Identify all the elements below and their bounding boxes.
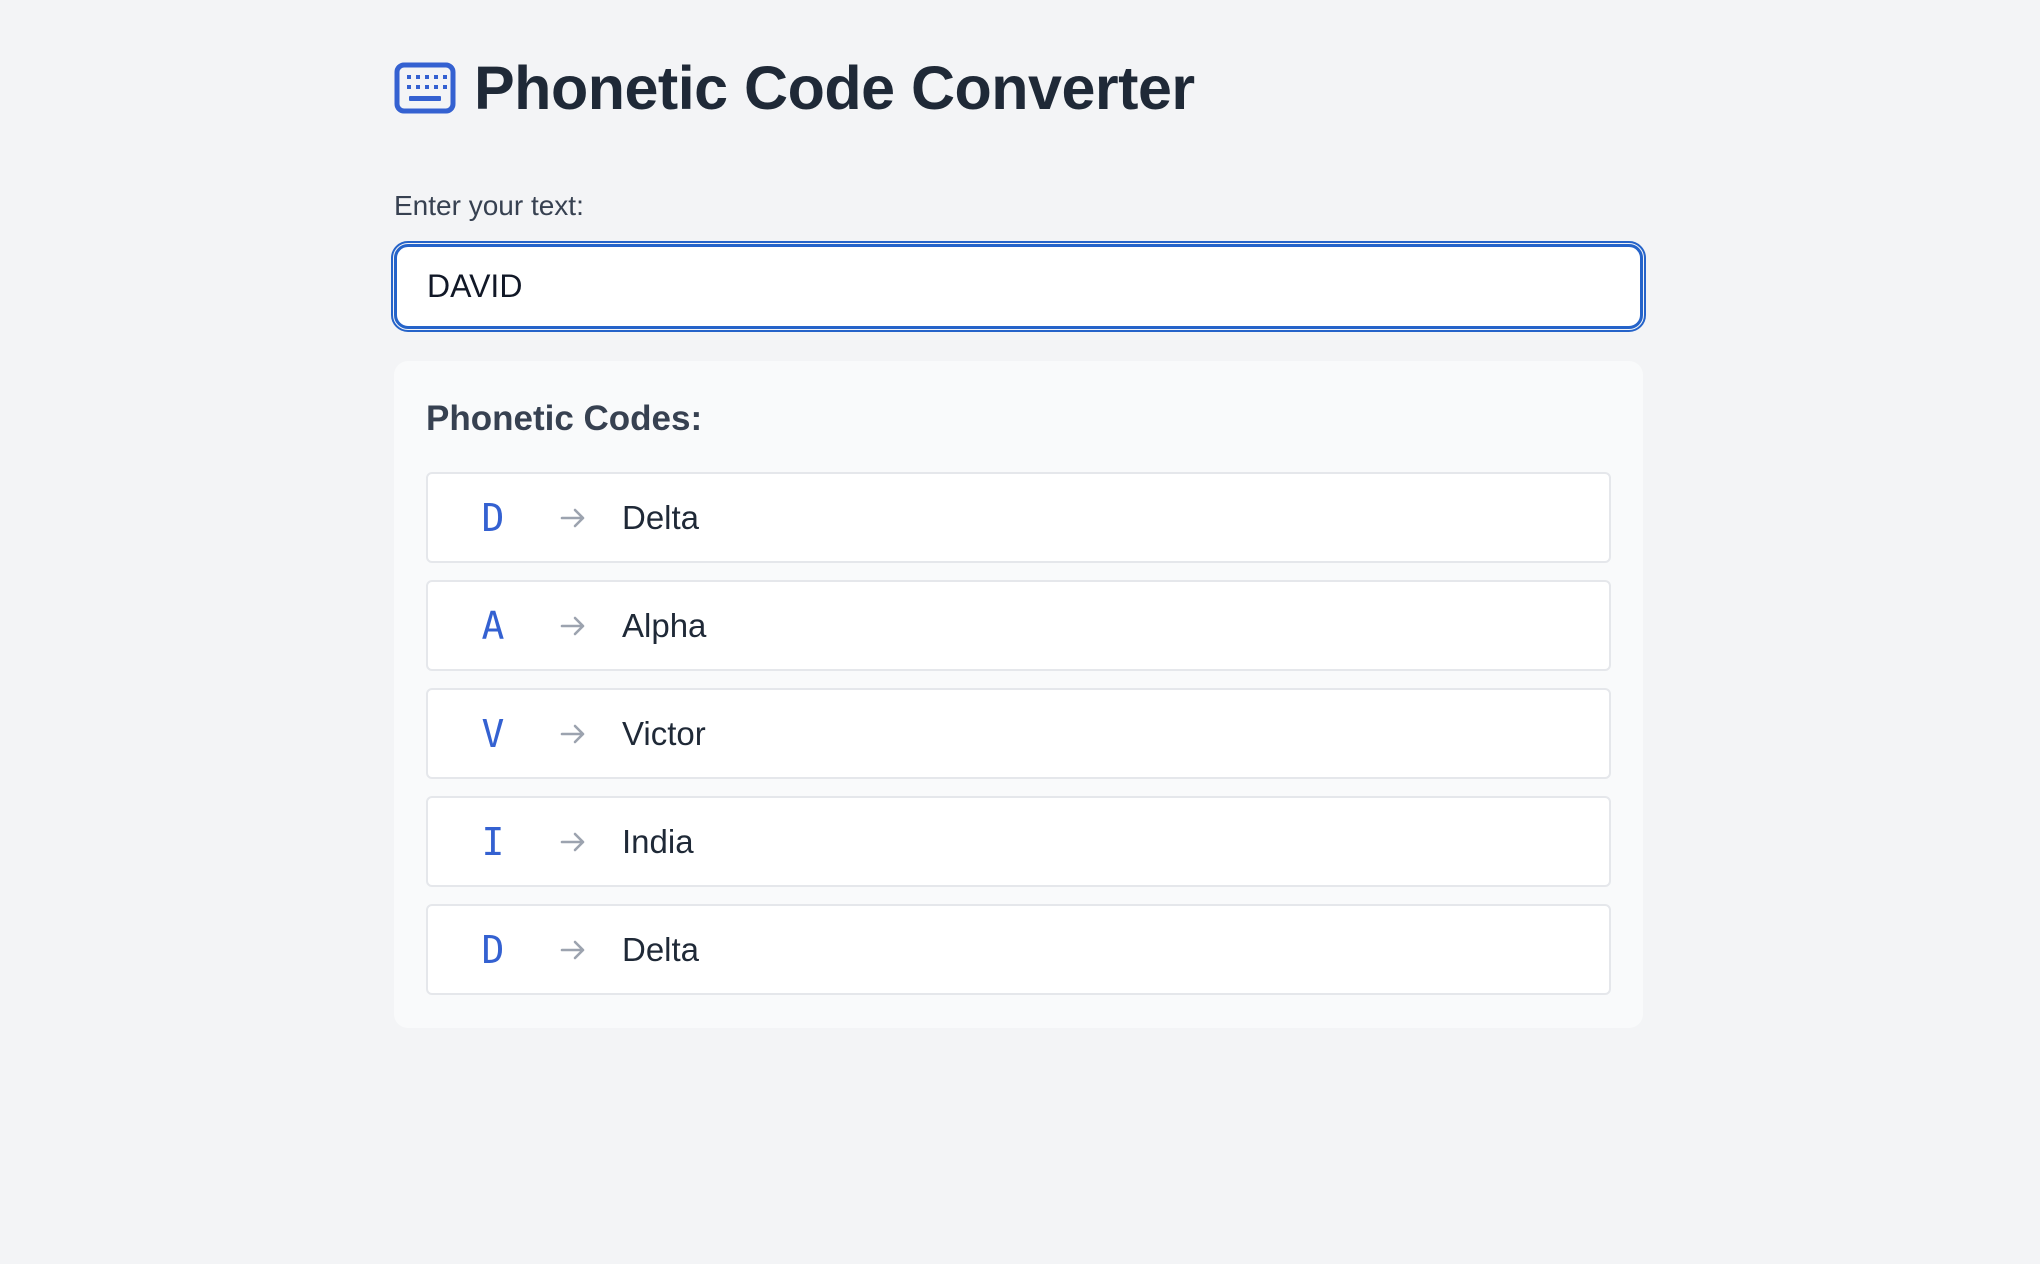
code-word: Alpha [622,606,707,644]
code-word: Delta [622,930,700,968]
code-letter: I [481,819,505,864]
code-list: D Delta A Alpha V Victor I India D Delta [426,472,1611,1012]
results-title: Phonetic Codes: [426,399,703,438]
code-word: Victor [622,714,706,752]
code-row: D Delta [426,904,1611,995]
code-letter: D [481,495,505,540]
code-row: A Alpha [426,580,1611,671]
results-panel: Phonetic Codes: D Delta A Alpha V Victor… [394,361,1643,1028]
input-label: Enter your text: [394,190,584,221]
arrow-right-icon [538,508,608,528]
code-row: D Delta [426,472,1611,563]
page-header: Phonetic Code Converter [394,48,1195,128]
keyboard-icon [394,62,456,114]
code-letter: A [481,603,505,648]
code-word: Delta [622,498,700,536]
code-word: India [622,822,694,860]
arrow-right-icon [538,724,608,744]
arrow-right-icon [538,832,608,852]
page-title: Phonetic Code Converter [474,53,1195,122]
text-input[interactable] [391,241,1646,332]
code-row: V Victor [426,688,1611,779]
code-row: I India [426,796,1611,887]
code-letter: D [481,927,505,972]
arrow-right-icon [538,940,608,960]
arrow-right-icon [538,616,608,636]
code-letter: V [481,711,505,756]
